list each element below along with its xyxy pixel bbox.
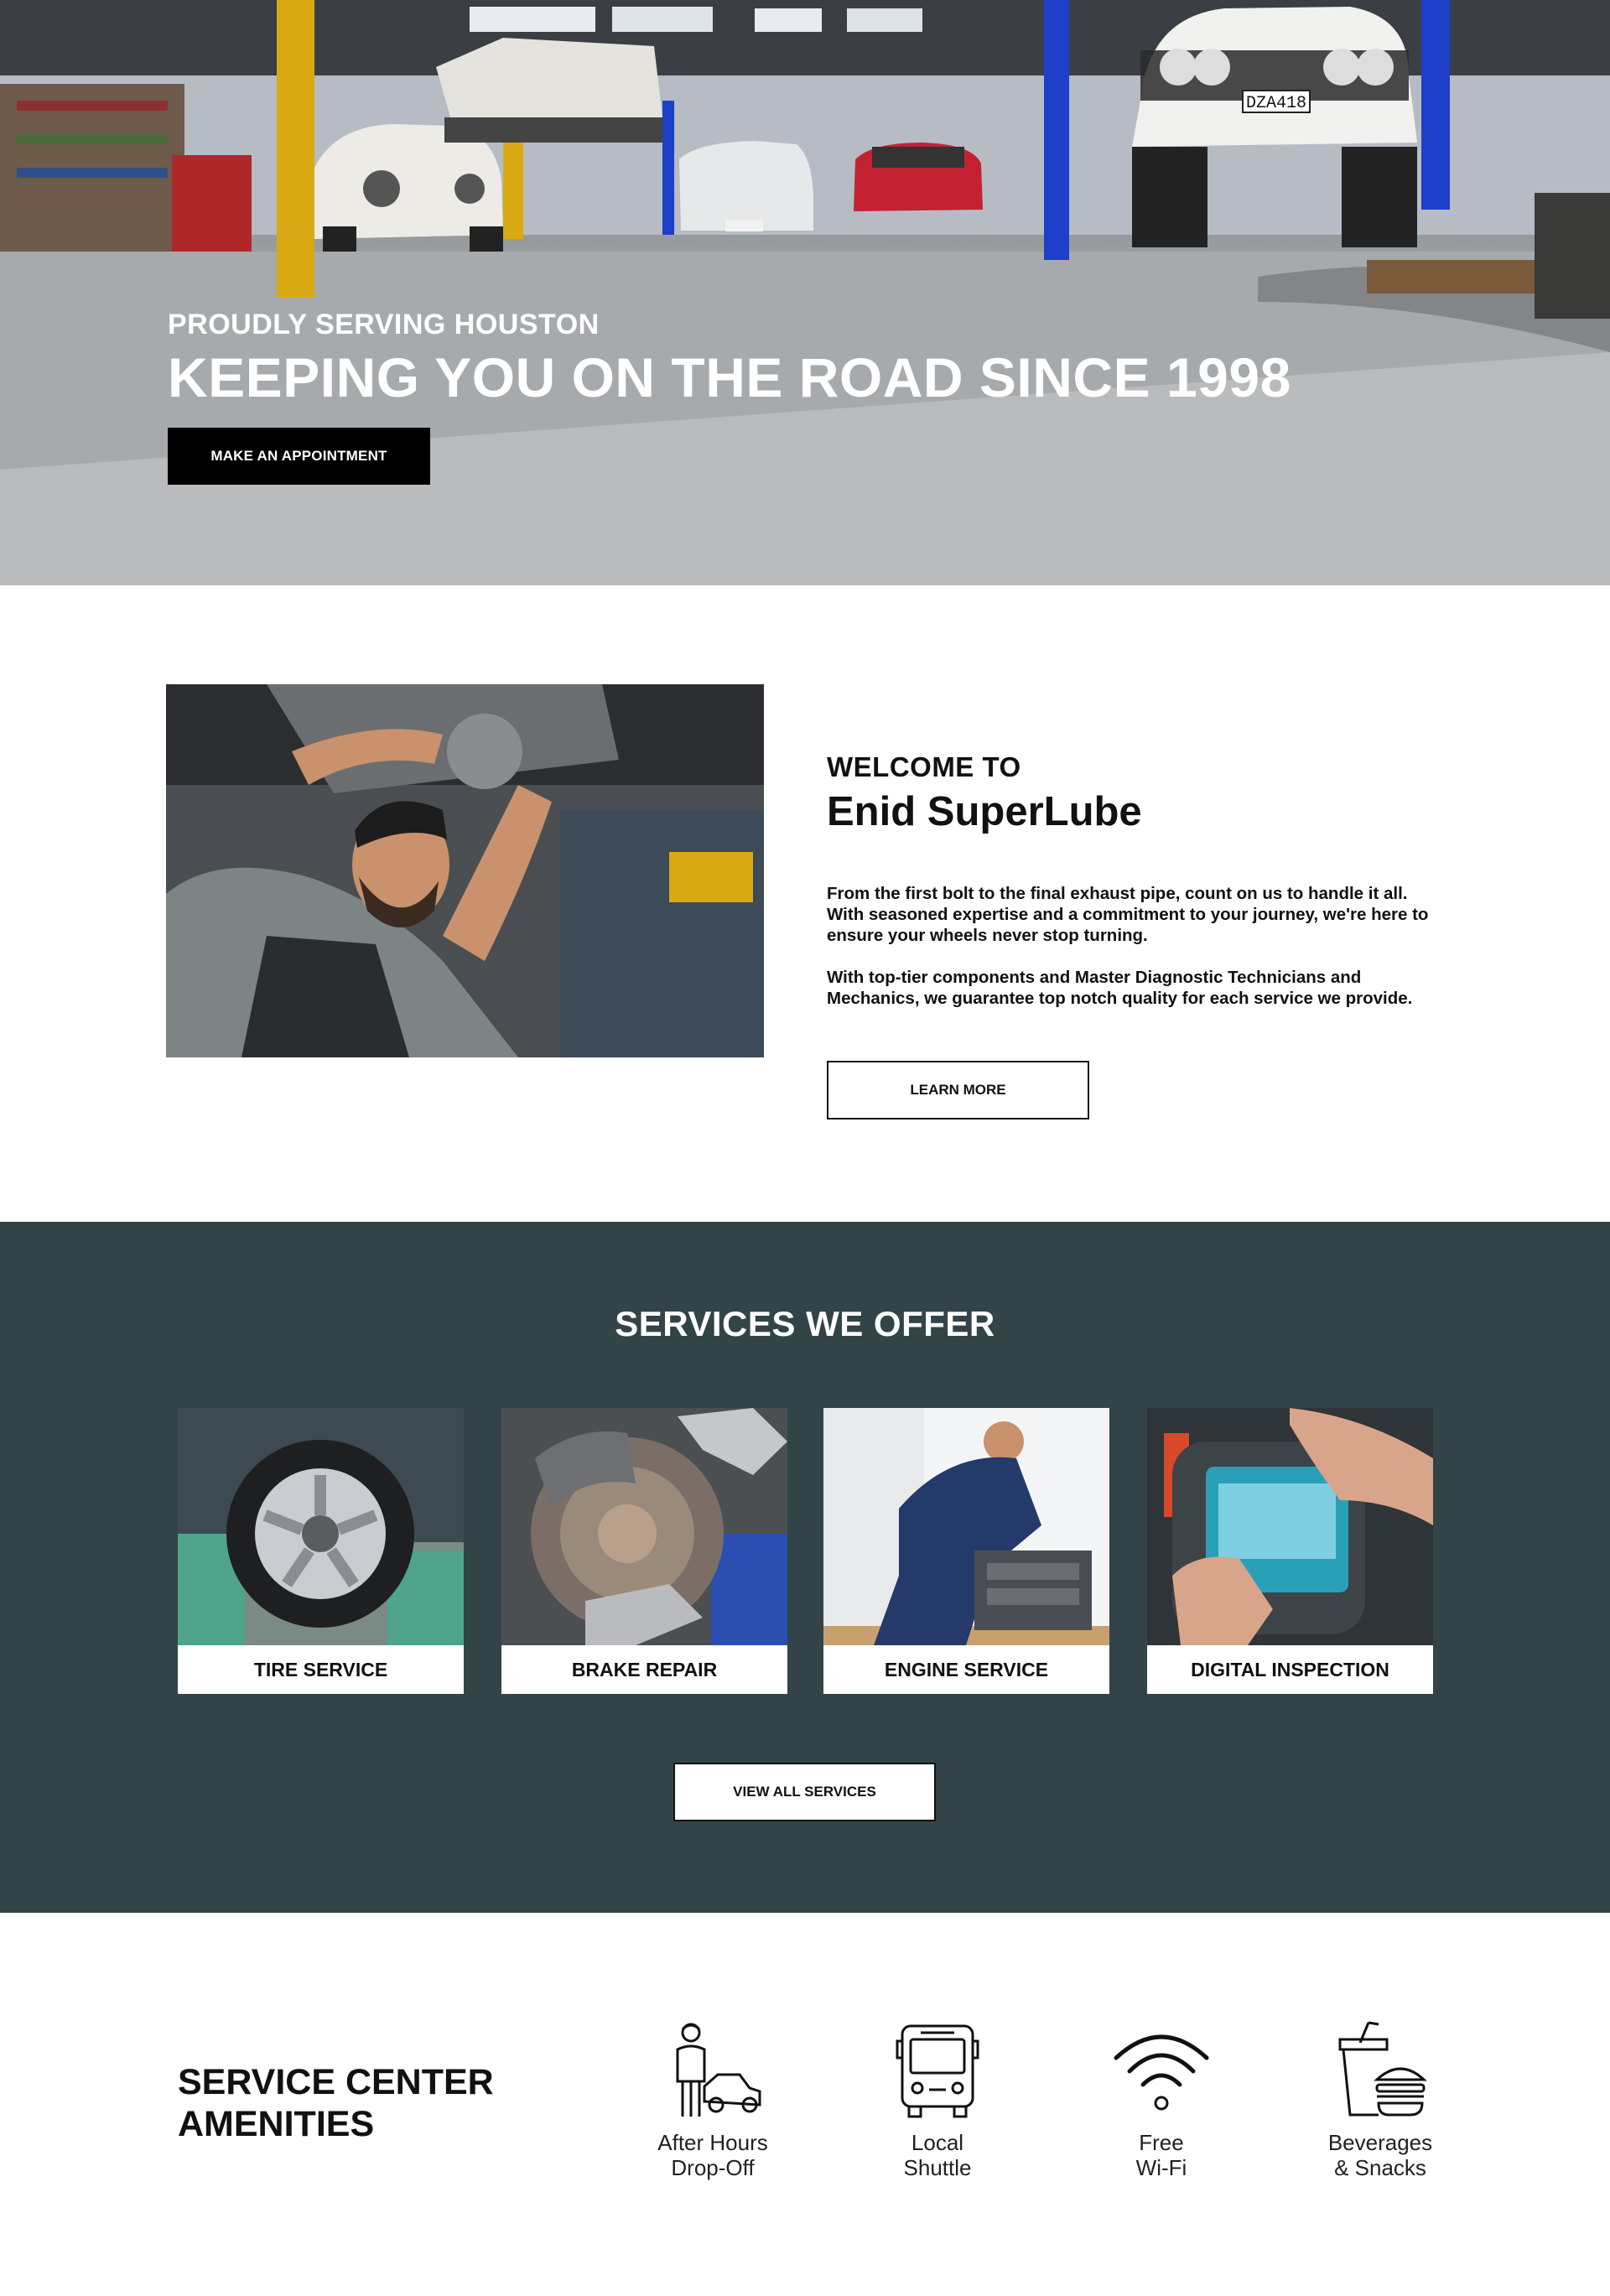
amenity-shuttle: Local Shuttle	[854, 2021, 1021, 2180]
service-card-inspection[interactable]: DIGITAL INSPECTION	[1147, 1408, 1433, 1694]
make-appointment-button[interactable]: MAKE AN APPOINTMENT	[168, 428, 430, 485]
welcome-title: Enid SuperLube	[827, 789, 1142, 834]
svg-text:DZA418: DZA418	[1246, 94, 1306, 113]
view-all-services-button[interactable]: VIEW ALL SERVICES	[673, 1763, 936, 1821]
welcome-paragraph-2: With top-tier components and Master Diag…	[827, 968, 1413, 1008]
service-card-label: ENGINE SERVICE	[884, 1659, 1049, 1680]
garage-photo: DZA418	[0, 0, 1610, 585]
welcome-pretitle: WELCOME TO	[827, 751, 1021, 782]
hero-subtitle: PROUDLY SERVING HOUSTON	[168, 309, 600, 340]
tire-photo	[178, 1408, 464, 1645]
amenity-after-hours: After Hours Drop-Off	[629, 2021, 797, 2180]
service-card-tire[interactable]: TIRE SERVICE	[178, 1408, 464, 1694]
wifi-icon	[1114, 2034, 1209, 2111]
amenity-caption: Free Wi-Fi	[1135, 2130, 1187, 2180]
hero-title: KEEPING YOU ON THE ROAD SINCE 1998	[168, 346, 1291, 408]
drink-burger-icon	[1338, 2021, 1427, 2117]
mechanic-car-icon	[676, 2023, 761, 2117]
amenity-wifi: Free Wi-Fi	[1078, 2021, 1245, 2180]
service-card-label: DIGITAL INSPECTION	[1191, 1659, 1389, 1680]
service-card-label: BRAKE REPAIR	[571, 1659, 718, 1680]
service-card-label: TIRE SERVICE	[253, 1659, 388, 1680]
learn-more-button[interactable]: LEARN MORE	[827, 1061, 1089, 1119]
amenity-caption: Local Shuttle	[903, 2130, 972, 2180]
amenity-caption: Beverages & Snacks	[1327, 2130, 1433, 2180]
services-section: SERVICES WE OFFER TIRE SERVICE BRAKE REP…	[0, 1222, 1610, 1913]
service-card-brake[interactable]: BRAKE REPAIR	[501, 1408, 787, 1694]
inspection-photo	[1147, 1408, 1433, 1645]
service-card-engine[interactable]: ENGINE SERVICE	[823, 1408, 1109, 1694]
brake-photo	[501, 1408, 787, 1645]
welcome-paragraph-1: From the first bolt to the final exhaust…	[827, 884, 1429, 945]
amenity-beverages: Beverages & Snacks	[1296, 2021, 1464, 2180]
amenities-title: SERVICE CENTER AMENITIES	[178, 2062, 494, 2144]
services-title: SERVICES WE OFFER	[615, 1304, 995, 1343]
hero-section: DZA418 PROUDLY SERVING HOUSTON KEEPING Y…	[0, 0, 1610, 585]
amenity-caption: After Hours Drop-Off	[657, 2130, 768, 2180]
bus-icon	[896, 2024, 979, 2118]
mechanic-photo	[166, 684, 764, 1057]
engine-photo	[823, 1408, 1109, 1645]
